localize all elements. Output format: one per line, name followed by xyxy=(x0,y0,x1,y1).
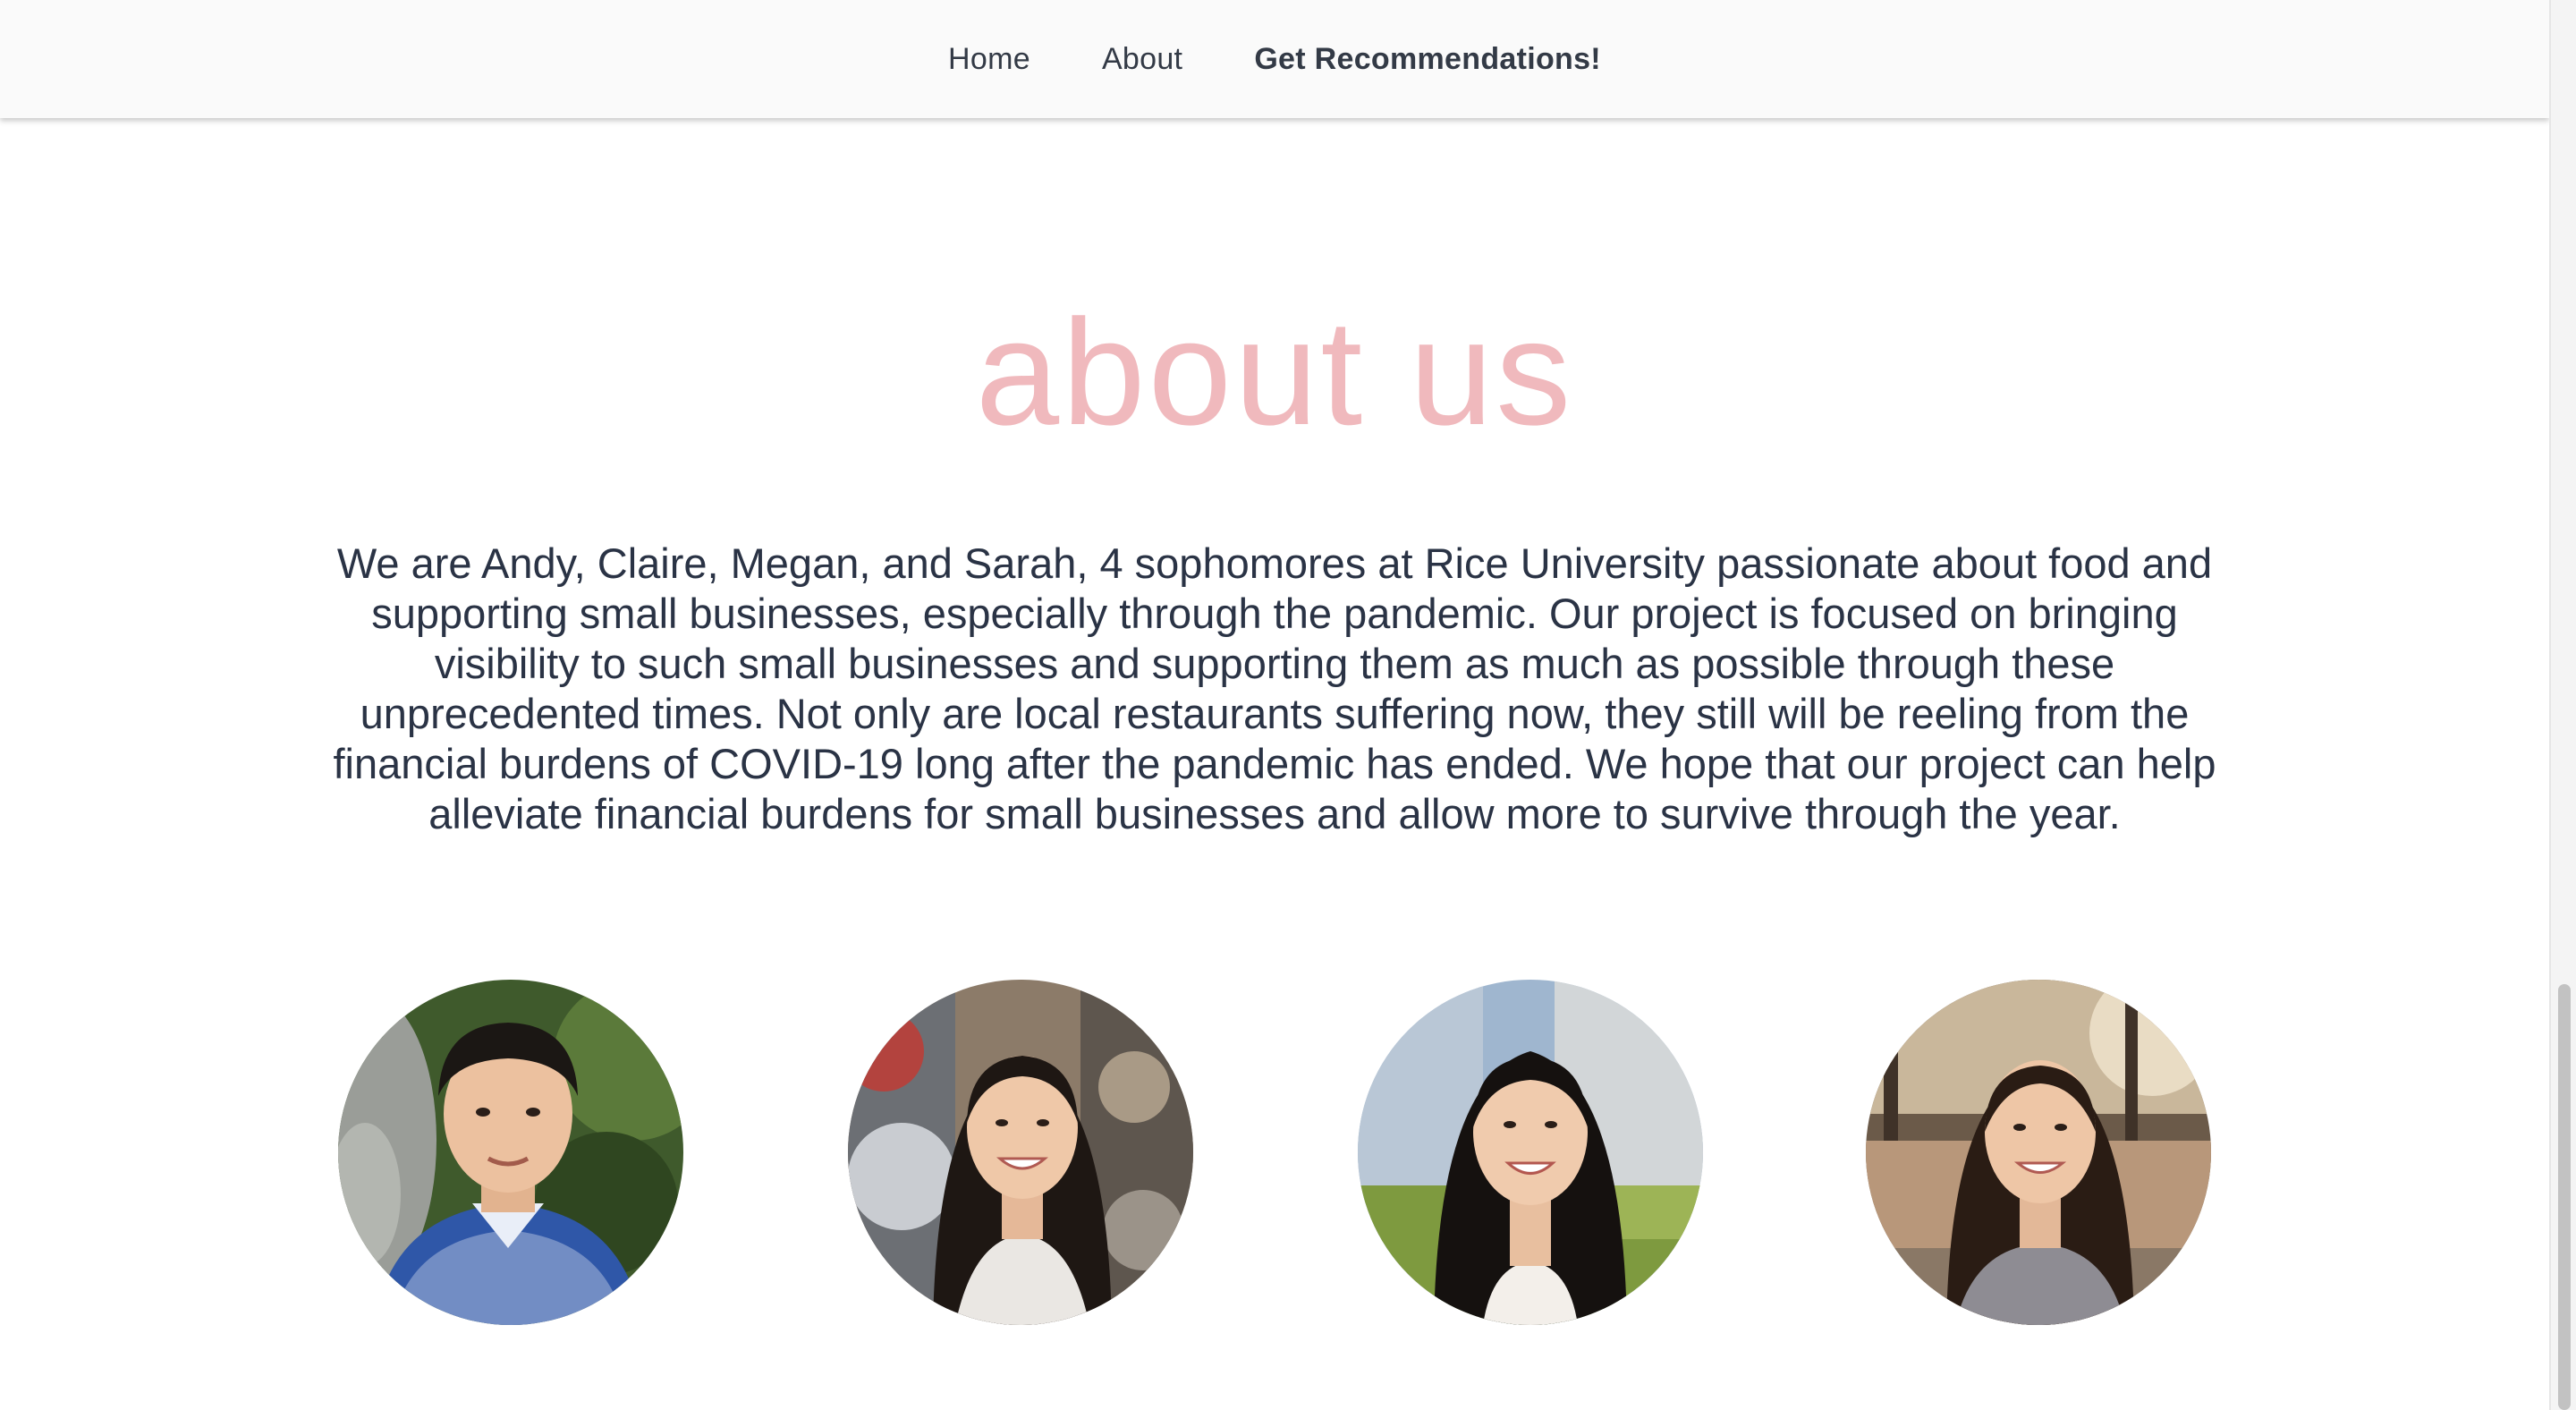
team-photo-3 xyxy=(1358,980,1703,1325)
nav-home-link[interactable]: Home xyxy=(948,42,1030,77)
vertical-scrollbar[interactable] xyxy=(2549,0,2576,1410)
scrollbar-thumb[interactable] xyxy=(2558,984,2571,1410)
about-section: about us We are Andy, Claire, Megan, and… xyxy=(0,118,2549,1410)
team-photo-1 xyxy=(338,980,683,1325)
team-photo-4 xyxy=(1866,980,2211,1325)
nav-get-recommendations-link[interactable]: Get Recommendations! xyxy=(1254,42,1601,77)
team-photos xyxy=(338,980,2211,1325)
about-title: about us xyxy=(975,288,1574,456)
page: Home About Get Recommendations! about us… xyxy=(0,0,2576,1410)
top-navigation: Home About Get Recommendations! xyxy=(0,0,2549,118)
about-description: We are Andy, Claire, Megan, and Sarah, 4… xyxy=(333,539,2216,837)
nav-about-link[interactable]: About xyxy=(1102,42,1182,77)
team-photo-2 xyxy=(848,980,1193,1325)
